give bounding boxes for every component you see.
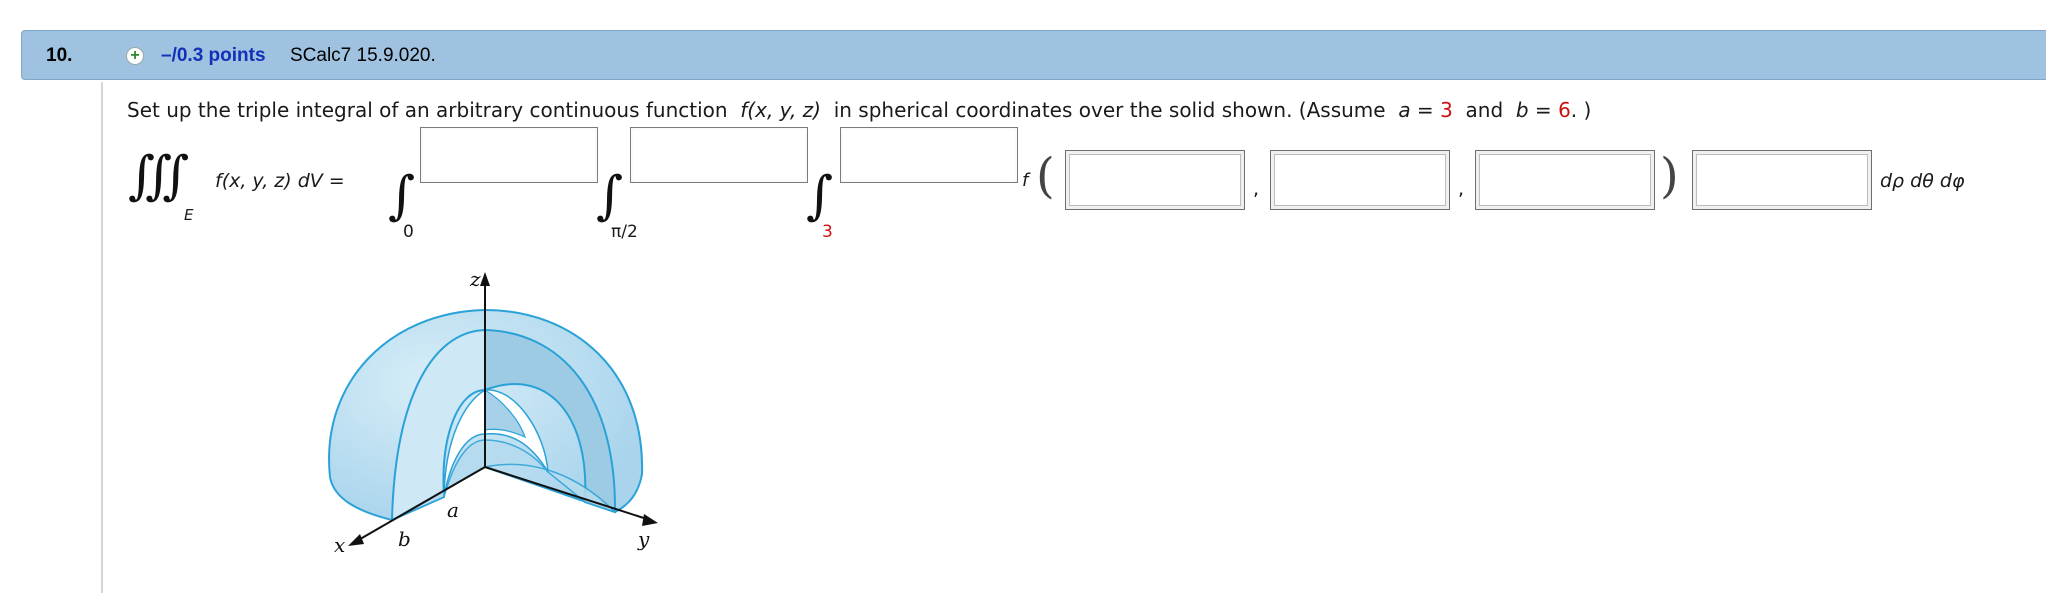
- plus-circle-icon[interactable]: +: [126, 47, 144, 65]
- question-prompt: Set up the triple integral of an arbitra…: [127, 98, 1591, 122]
- b-equals: =: [1528, 98, 1559, 122]
- lhs-expression: f(x, y, z) dV =: [215, 170, 345, 192]
- z-axis-label: z: [469, 267, 481, 291]
- upper-limit-middle-input[interactable]: [630, 127, 808, 183]
- prompt-function: f(x, y, z): [740, 98, 821, 122]
- lower-limit-inner: 3: [822, 222, 833, 242]
- x-axis-label: x: [334, 533, 345, 557]
- question-id: SCalc7 15.9.020.: [290, 45, 436, 66]
- theta-argument-input[interactable]: [1270, 150, 1450, 210]
- phi-argument-input[interactable]: [1475, 150, 1655, 210]
- integral-sign-inner: ∫: [806, 166, 834, 226]
- comma-1: ,: [1253, 178, 1260, 200]
- upper-limit-inner-input[interactable]: [840, 127, 1018, 183]
- open-paren: (: [1036, 148, 1055, 204]
- prompt-text-after: in spherical coordinates over the solid …: [833, 98, 1386, 122]
- y-axis-label: y: [637, 527, 650, 551]
- a-value: 3: [1440, 98, 1453, 122]
- lower-limit-middle: π/2: [611, 222, 638, 242]
- solid-figure-svg: z x y a b: [328, 267, 658, 557]
- jacobian-input[interactable]: [1692, 150, 1872, 210]
- b-value: 6: [1558, 98, 1571, 122]
- question-header: 10. + –/0.3 points SCalc7 15.9.020.: [21, 30, 2046, 80]
- triple-integral-symbol: ∭: [128, 146, 190, 206]
- b-variable: b: [1515, 98, 1529, 122]
- prompt-end: . ): [1570, 98, 1592, 122]
- a-radius-label: a: [447, 498, 459, 522]
- points-label: –/0.3 points: [161, 45, 266, 66]
- a-variable: a: [1398, 98, 1411, 122]
- upper-limit-outer-input[interactable]: [420, 127, 598, 183]
- question-number: 10.: [46, 45, 73, 66]
- and-word: and: [1465, 98, 1504, 122]
- a-equals: =: [1410, 98, 1441, 122]
- integral-sign-middle: ∫: [596, 166, 624, 226]
- region-label: E: [184, 206, 194, 224]
- prompt-text-before: Set up the triple integral of an arbitra…: [127, 98, 728, 122]
- solid-figure: z x y a b: [320, 262, 680, 566]
- differentials: dρ dθ dφ: [1880, 170, 1965, 192]
- close-paren: ): [1660, 148, 1679, 204]
- comma-2: ,: [1458, 178, 1465, 200]
- lower-limit-outer: 0: [403, 222, 414, 242]
- left-rule: [101, 82, 103, 593]
- function-f-label: f: [1022, 170, 1029, 191]
- rho-argument-input[interactable]: [1065, 150, 1245, 210]
- integral-sign-outer: ∫: [388, 166, 416, 226]
- b-radius-label: b: [398, 527, 411, 551]
